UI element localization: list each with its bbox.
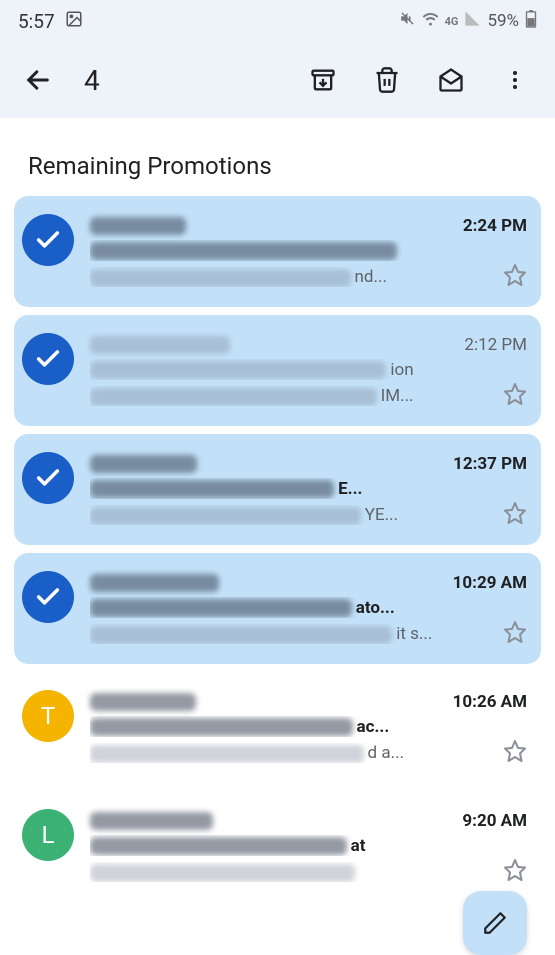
email-item[interactable]: 10:29 AM ato... it s... (14, 553, 541, 664)
email-time: 10:26 AM (453, 692, 527, 712)
email-sender (90, 450, 197, 474)
star-icon[interactable] (503, 739, 527, 767)
status-time: 5:57 (18, 10, 55, 33)
selected-check-avatar[interactable] (22, 214, 74, 266)
signal-icon (464, 10, 481, 32)
selected-check-avatar[interactable] (22, 571, 74, 623)
battery-label: 59% (487, 11, 519, 31)
email-snippet: IM... (90, 386, 493, 406)
compose-button[interactable] (463, 891, 527, 955)
sender-avatar[interactable]: L (22, 809, 74, 861)
email-snippet: nd... (90, 267, 493, 287)
star-icon[interactable] (503, 620, 527, 648)
email-snippet (90, 862, 493, 882)
email-snippet: it s... (90, 624, 493, 644)
selection-count: 4 (84, 64, 287, 97)
selected-check-avatar[interactable] (22, 452, 74, 504)
email-sender (90, 331, 230, 355)
selected-check-avatar[interactable] (22, 333, 74, 385)
picture-icon (65, 10, 83, 33)
email-time: 10:29 AM (453, 573, 527, 593)
status-bar: 5:57 4G 59% (0, 0, 555, 42)
email-subject: E... (90, 478, 527, 499)
archive-button[interactable] (295, 52, 351, 108)
email-time: 12:37 PM (453, 454, 527, 474)
email-snippet: YE... (90, 505, 493, 525)
email-snippet: d a... (90, 743, 493, 763)
email-item[interactable]: 12:37 PM E... YE... (14, 434, 541, 545)
mute-icon (399, 10, 416, 32)
email-subject: at (90, 835, 527, 856)
email-item[interactable]: L 9:20 AM at (14, 791, 541, 902)
email-subject (90, 240, 527, 261)
section-header: Remaining Promotions (0, 118, 555, 196)
email-item[interactable]: 2:12 PM ion IM... (14, 315, 541, 426)
star-icon[interactable] (503, 858, 527, 886)
back-button[interactable] (18, 60, 58, 100)
network-label: 4G (445, 15, 459, 28)
more-button[interactable] (487, 52, 543, 108)
email-item[interactable]: 2:24 PM nd... (14, 196, 541, 307)
email-item[interactable]: T 10:26 AM ac... d a... (14, 672, 541, 783)
email-time: 9:20 AM (462, 811, 527, 831)
email-sender (90, 807, 213, 831)
star-icon[interactable] (503, 501, 527, 529)
email-subject: ion (90, 359, 527, 380)
star-icon[interactable] (503, 382, 527, 410)
email-sender (90, 569, 219, 593)
email-time: 2:24 PM (463, 216, 527, 236)
battery-icon (525, 10, 537, 33)
selection-toolbar: 4 (0, 42, 555, 118)
wifi-icon (422, 10, 439, 32)
delete-button[interactable] (359, 52, 415, 108)
star-icon[interactable] (503, 263, 527, 291)
email-subject: ac... (90, 716, 527, 737)
mark-read-button[interactable] (423, 52, 479, 108)
sender-avatar[interactable]: T (22, 690, 74, 742)
email-subject: ato... (90, 597, 527, 618)
email-time: 2:12 PM (464, 335, 527, 355)
email-sender (90, 688, 196, 712)
email-sender (90, 212, 186, 236)
email-list: 2:24 PM nd... 2:12 PM ion IM... 12:37 PM E... Y… (0, 196, 555, 902)
